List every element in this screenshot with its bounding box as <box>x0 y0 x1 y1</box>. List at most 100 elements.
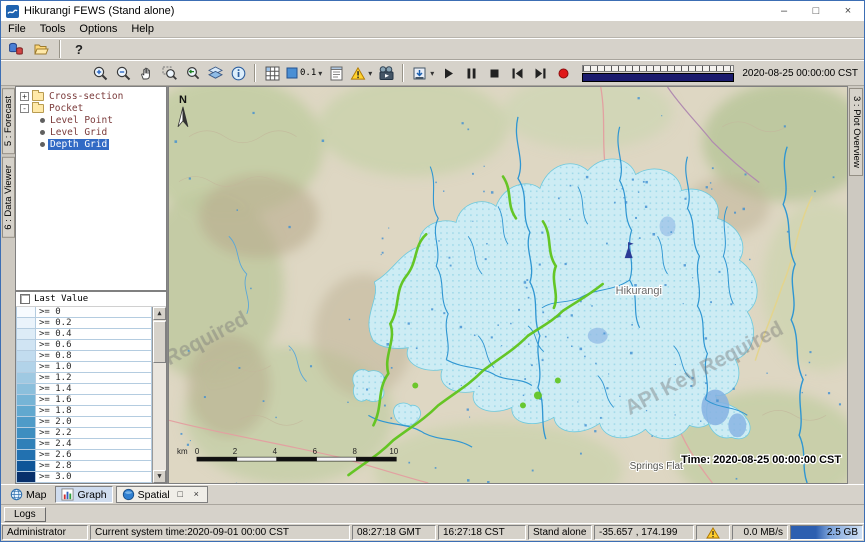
tree-item-level-point[interactable]: Level Point <box>16 114 166 126</box>
minimize-button[interactable]: – <box>768 1 800 21</box>
legend-entry-label: >= 2.8 <box>36 461 152 472</box>
tab-data-viewer[interactable]: 6 : Data Viewer <box>2 157 15 238</box>
legend-entry: >= 1.4 <box>16 384 152 395</box>
legend-entry-label: >= 1.0 <box>36 362 152 373</box>
open-database-button[interactable] <box>5 39 27 59</box>
tree-item-cross-section[interactable]: + Cross-section <box>16 90 166 102</box>
warning-icon <box>706 527 720 539</box>
status-system-time: Current system time:2020-09-01 00:00 CST <box>90 525 350 540</box>
leaf-bullet-icon <box>40 130 45 135</box>
thresholds-dropdown[interactable]: ▾ <box>348 63 374 83</box>
menu-bar: File Tools Options Help <box>1 21 864 38</box>
tab-forecast[interactable]: 5 : Forecast <box>2 88 15 154</box>
legend-entry: >= 2.0 <box>16 417 152 428</box>
menu-options[interactable]: Options <box>72 22 124 36</box>
help-button[interactable]: ? <box>68 39 90 59</box>
close-button[interactable]: × <box>832 1 864 21</box>
pause-button[interactable] <box>460 63 482 83</box>
tree-item-pocket[interactable]: - Pocket <box>16 102 166 114</box>
tree-item-depth-grid[interactable]: Depth Grid <box>16 138 166 150</box>
main-toolbar: ? <box>1 38 864 60</box>
left-dock-strip: 5 : Forecast 6 : Data Viewer <box>1 86 15 484</box>
map-view[interactable]: Hikurangi Springs Flat API Key Required … <box>168 86 848 484</box>
collapse-icon[interactable]: - <box>20 104 29 113</box>
legend-entry-label: >= 0.6 <box>36 340 152 351</box>
tree-item-level-grid[interactable]: Level Grid <box>16 126 166 138</box>
zoom-out-button[interactable] <box>112 63 134 83</box>
last-value-checkbox[interactable] <box>20 294 30 304</box>
scrollbar-thumb[interactable] <box>153 321 166 363</box>
skip-start-icon <box>509 65 526 82</box>
play-button[interactable] <box>437 63 459 83</box>
logs-button[interactable]: Logs <box>4 507 46 522</box>
legend-list: >= 0 >= 0.2 >= 0.4 >= 0.6 >= 0.8 >= 1.0 … <box>16 307 152 483</box>
scale-unit-label: km <box>177 447 188 456</box>
legend-entry-label: >= 0.4 <box>36 329 152 340</box>
skip-to-start-button[interactable] <box>506 63 528 83</box>
legend-color-swatch <box>16 373 36 384</box>
stop-button[interactable] <box>483 63 505 83</box>
play-icon <box>440 65 457 82</box>
folder-icon <box>32 92 44 101</box>
layers-icon <box>207 65 224 82</box>
maximize-button[interactable]: □ <box>800 1 832 21</box>
time-slider-range-bar[interactable] <box>582 73 734 82</box>
time-slider-ticks[interactable] <box>582 65 734 72</box>
legend-entry-label: >= 3.0 <box>36 472 152 483</box>
tab-spatial[interactable]: Spatial □ × <box>116 486 208 503</box>
menu-tools[interactable]: Tools <box>33 22 73 36</box>
legend-entry: >= 1.8 <box>16 406 152 417</box>
restore-panel-icon[interactable]: □ <box>175 489 186 500</box>
menu-file[interactable]: File <box>1 22 33 36</box>
app-icon <box>6 5 19 18</box>
legend-entry-label: >= 1.6 <box>36 395 152 406</box>
open-file-button[interactable] <box>30 39 52 59</box>
movie-button[interactable] <box>375 63 397 83</box>
close-panel-icon[interactable]: × <box>191 489 202 500</box>
legend-entry: >= 2.4 <box>16 439 152 450</box>
pan-button[interactable] <box>135 63 157 83</box>
grid-toggle-button[interactable] <box>261 63 283 83</box>
legend-entry-label: >= 0.8 <box>36 351 152 362</box>
timeseries-table-button[interactable] <box>325 63 347 83</box>
legend-entry: >= 1.6 <box>16 395 152 406</box>
export-animation-button[interactable]: ▾ <box>409 63 436 83</box>
layers-button[interactable] <box>204 63 226 83</box>
toolbar-separator <box>59 40 61 58</box>
logs-row: Logs <box>1 504 864 523</box>
tab-plot-overview[interactable]: 3 : Plot Overview <box>849 88 863 176</box>
legend-entry-label: >= 2.4 <box>36 439 152 450</box>
legend-scrollbar[interactable]: ▲ ▼ <box>152 307 166 483</box>
movie-icon <box>378 65 395 82</box>
window-title: Hikurangi FEWS (Stand alone) <box>24 5 768 17</box>
info-button[interactable] <box>227 63 249 83</box>
status-warning[interactable] <box>696 525 730 540</box>
last-value-label: Last Value <box>34 294 88 304</box>
zoom-previous-button[interactable] <box>181 63 203 83</box>
menu-help[interactable]: Help <box>124 22 161 36</box>
time-slider[interactable] <box>582 65 734 82</box>
map-time-label: Time: 2020-08-25 00:00:00 CST <box>681 454 841 466</box>
expand-icon[interactable]: + <box>20 92 29 101</box>
legend-entry: >= 0 <box>16 307 152 318</box>
legend-color-swatch <box>16 417 36 428</box>
scroll-up-icon[interactable]: ▲ <box>153 307 166 320</box>
record-button[interactable] <box>552 63 574 83</box>
zoom-in-icon <box>92 65 109 82</box>
zoom-region-button[interactable] <box>158 63 180 83</box>
toolbar-separator <box>402 64 404 82</box>
pause-icon <box>463 65 480 82</box>
zoom-in-button[interactable] <box>89 63 111 83</box>
bottom-tab-bar: Map Graph Spatial □ × <box>1 484 864 504</box>
tab-graph[interactable]: Graph <box>55 486 112 503</box>
legend-entry: >= 0.2 <box>16 318 152 329</box>
skip-to-end-button[interactable] <box>529 63 551 83</box>
tab-map[interactable]: Map <box>4 486 52 503</box>
status-user: Administrator <box>2 525 88 540</box>
legend-entry: >= 0.8 <box>16 351 152 362</box>
scroll-down-icon[interactable]: ▼ <box>153 470 166 483</box>
chevron-down-icon: ▾ <box>430 69 434 78</box>
tree-item-label-selected: Depth Grid <box>48 139 109 150</box>
contour-scale-dropdown[interactable]: 0.1 ▾ <box>284 63 324 83</box>
tab-map-label: Map <box>26 489 46 501</box>
